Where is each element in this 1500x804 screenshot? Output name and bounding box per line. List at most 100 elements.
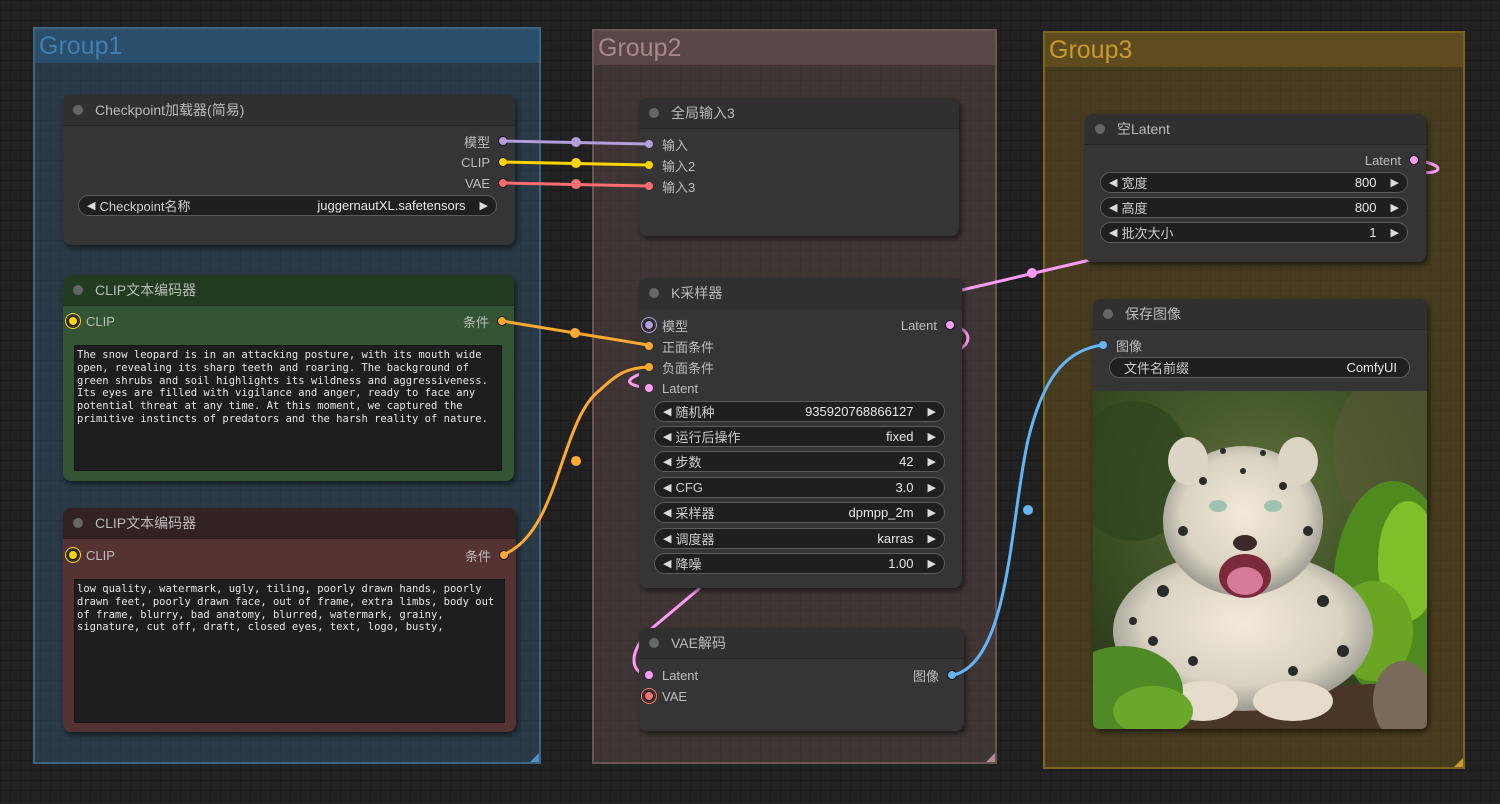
slot-dot-icon[interactable] bbox=[644, 362, 654, 372]
decrement-arrow-icon[interactable]: ◀ bbox=[87, 199, 95, 212]
input-slot-negative[interactable]: 负面条件 bbox=[644, 358, 714, 376]
node-header[interactable]: CLIP文本编码器 bbox=[63, 508, 516, 539]
seed-widget[interactable]: ◀ 随机种 935920768866127 ▶ bbox=[654, 401, 945, 422]
slot-dot-icon[interactable] bbox=[644, 383, 654, 393]
output-slot-latent[interactable]: Latent bbox=[901, 316, 955, 334]
input-slot-2[interactable]: 输入2 bbox=[644, 156, 695, 174]
node-ksampler[interactable]: K采样器 模型 正面条件 负面条件 Latent Latent ◀ 随机种 93… bbox=[639, 278, 962, 588]
slot-dot-icon[interactable] bbox=[497, 316, 507, 326]
group-1-title[interactable]: Group1 bbox=[35, 29, 539, 63]
decrement-arrow-icon[interactable]: ◀ bbox=[663, 405, 671, 418]
input-slot-clip[interactable]: CLIP bbox=[68, 546, 115, 564]
wire-midpoint-dot[interactable] bbox=[570, 328, 580, 338]
slot-dot-icon[interactable] bbox=[68, 316, 78, 326]
node-global-input[interactable]: 全局输入3 输入 输入2 输入3 bbox=[639, 98, 959, 236]
collapse-dot-icon[interactable] bbox=[1095, 124, 1105, 134]
batch-size-widget[interactable]: ◀ 批次大小 1 ▶ bbox=[1100, 222, 1408, 243]
decrement-arrow-icon[interactable]: ◀ bbox=[663, 430, 671, 443]
increment-arrow-icon[interactable]: ▶ bbox=[928, 481, 936, 494]
output-slot-conditioning[interactable]: 条件 bbox=[463, 312, 507, 330]
checkpoint-name-combo[interactable]: ◀ Checkpoint名称 juggernautXL.safetensors … bbox=[78, 195, 497, 216]
slot-dot-icon[interactable] bbox=[644, 160, 654, 170]
group-2-title[interactable]: Group2 bbox=[594, 31, 995, 65]
filename-prefix-widget[interactable]: 文件名前缀 ComfyUI bbox=[1109, 357, 1410, 378]
increment-arrow-icon[interactable]: ▶ bbox=[480, 199, 488, 212]
collapse-dot-icon[interactable] bbox=[649, 638, 659, 648]
decrement-arrow-icon[interactable]: ◀ bbox=[1109, 226, 1117, 239]
sampler-name-widget[interactable]: ◀ 采样器 dpmpp_2m ▶ bbox=[654, 502, 945, 523]
node-header[interactable]: Checkpoint加载器(简易) bbox=[63, 95, 515, 126]
node-vae-decode[interactable]: VAE解码 Latent VAE 图像 bbox=[639, 628, 964, 731]
slot-dot-icon[interactable] bbox=[498, 136, 508, 146]
collapse-dot-icon[interactable] bbox=[1103, 309, 1113, 319]
slot-dot-icon[interactable] bbox=[498, 178, 508, 188]
input-slot-model[interactable]: 模型 bbox=[644, 316, 688, 334]
output-slot-image[interactable]: 图像 bbox=[913, 666, 957, 684]
increment-arrow-icon[interactable]: ▶ bbox=[928, 506, 936, 519]
node-header[interactable]: 全局输入3 bbox=[639, 98, 959, 129]
denoise-widget[interactable]: ◀ 降噪 1.00 ▶ bbox=[654, 553, 945, 574]
slot-dot-icon[interactable] bbox=[499, 550, 509, 560]
slot-dot-icon[interactable] bbox=[1409, 155, 1419, 165]
slot-dot-icon[interactable] bbox=[498, 157, 508, 167]
increment-arrow-icon[interactable]: ▶ bbox=[928, 557, 936, 570]
input-slot-clip[interactable]: CLIP bbox=[68, 312, 115, 330]
increment-arrow-icon[interactable]: ▶ bbox=[928, 405, 936, 418]
slot-dot-icon[interactable] bbox=[947, 670, 957, 680]
node-clip-text-encode-positive[interactable]: CLIP文本编码器 CLIP 条件 The snow leopard is in… bbox=[63, 275, 514, 481]
slot-dot-icon[interactable] bbox=[1098, 340, 1108, 350]
node-header[interactable]: VAE解码 bbox=[639, 628, 964, 659]
input-slot-vae[interactable]: VAE bbox=[644, 687, 687, 705]
slot-dot-icon[interactable] bbox=[945, 320, 955, 330]
node-header[interactable]: 保存图像 bbox=[1093, 299, 1427, 330]
node-header[interactable]: K采样器 bbox=[639, 278, 962, 309]
collapse-dot-icon[interactable] bbox=[73, 285, 83, 295]
output-slot-clip[interactable]: CLIP bbox=[461, 153, 508, 171]
decrement-arrow-icon[interactable]: ◀ bbox=[663, 455, 671, 468]
control-after-generate-widget[interactable]: ◀ 运行后操作 fixed ▶ bbox=[654, 426, 945, 447]
node-header[interactable]: CLIP文本编码器 bbox=[63, 275, 514, 306]
image-preview[interactable] bbox=[1093, 391, 1427, 729]
height-widget[interactable]: ◀ 高度 800 ▶ bbox=[1100, 197, 1408, 218]
increment-arrow-icon[interactable]: ▶ bbox=[1391, 201, 1399, 214]
increment-arrow-icon[interactable]: ▶ bbox=[1391, 226, 1399, 239]
slot-dot-icon[interactable] bbox=[644, 341, 654, 351]
decrement-arrow-icon[interactable]: ◀ bbox=[663, 557, 671, 570]
wire-midpoint-dot[interactable] bbox=[571, 456, 581, 466]
decrement-arrow-icon[interactable]: ◀ bbox=[1109, 176, 1117, 189]
decrement-arrow-icon[interactable]: ◀ bbox=[663, 532, 671, 545]
group-1-resize-handle[interactable] bbox=[530, 753, 539, 762]
node-save-image[interactable]: 保存图像 图像 文件名前缀 ComfyUI bbox=[1093, 299, 1427, 729]
input-slot-positive[interactable]: 正面条件 bbox=[644, 337, 714, 355]
cfg-widget[interactable]: ◀ CFG 3.0 ▶ bbox=[654, 477, 945, 498]
collapse-dot-icon[interactable] bbox=[73, 105, 83, 115]
decrement-arrow-icon[interactable]: ◀ bbox=[663, 506, 671, 519]
input-slot-1[interactable]: 输入 bbox=[644, 135, 688, 153]
collapse-dot-icon[interactable] bbox=[73, 518, 83, 528]
input-slot-latent[interactable]: Latent bbox=[644, 666, 698, 684]
output-slot-conditioning[interactable]: 条件 bbox=[465, 546, 509, 564]
output-slot-vae[interactable]: VAE bbox=[465, 174, 508, 192]
slot-dot-icon[interactable] bbox=[644, 139, 654, 149]
wire-reroute-dot[interactable] bbox=[1027, 268, 1037, 278]
wire-midpoint-dot[interactable] bbox=[571, 137, 581, 147]
group-3-resize-handle[interactable] bbox=[1454, 758, 1463, 767]
group-2-resize-handle[interactable] bbox=[986, 753, 995, 762]
width-widget[interactable]: ◀ 宽度 800 ▶ bbox=[1100, 172, 1408, 193]
decrement-arrow-icon[interactable]: ◀ bbox=[1109, 201, 1117, 214]
input-slot-image[interactable]: 图像 bbox=[1098, 336, 1142, 354]
input-slot-3[interactable]: 输入3 bbox=[644, 177, 695, 195]
steps-widget[interactable]: ◀ 步数 42 ▶ bbox=[654, 451, 945, 472]
collapse-dot-icon[interactable] bbox=[649, 288, 659, 298]
scheduler-widget[interactable]: ◀ 调度器 karras ▶ bbox=[654, 528, 945, 549]
increment-arrow-icon[interactable]: ▶ bbox=[928, 430, 936, 443]
node-clip-text-encode-negative[interactable]: CLIP文本编码器 CLIP 条件 low quality, watermark… bbox=[63, 508, 516, 732]
output-slot-latent[interactable]: Latent bbox=[1365, 151, 1419, 169]
prompt-textarea[interactable]: low quality, watermark, ugly, tiling, po… bbox=[74, 579, 505, 723]
wire-midpoint-dot[interactable] bbox=[571, 179, 581, 189]
prompt-textarea[interactable]: The snow leopard is in an attacking post… bbox=[74, 345, 502, 471]
node-checkpoint-loader[interactable]: Checkpoint加载器(简易) 模型 CLIP VAE ◀ Checkpoi… bbox=[63, 95, 515, 245]
slot-dot-icon[interactable] bbox=[644, 181, 654, 191]
collapse-dot-icon[interactable] bbox=[649, 108, 659, 118]
slot-dot-icon[interactable] bbox=[644, 320, 654, 330]
